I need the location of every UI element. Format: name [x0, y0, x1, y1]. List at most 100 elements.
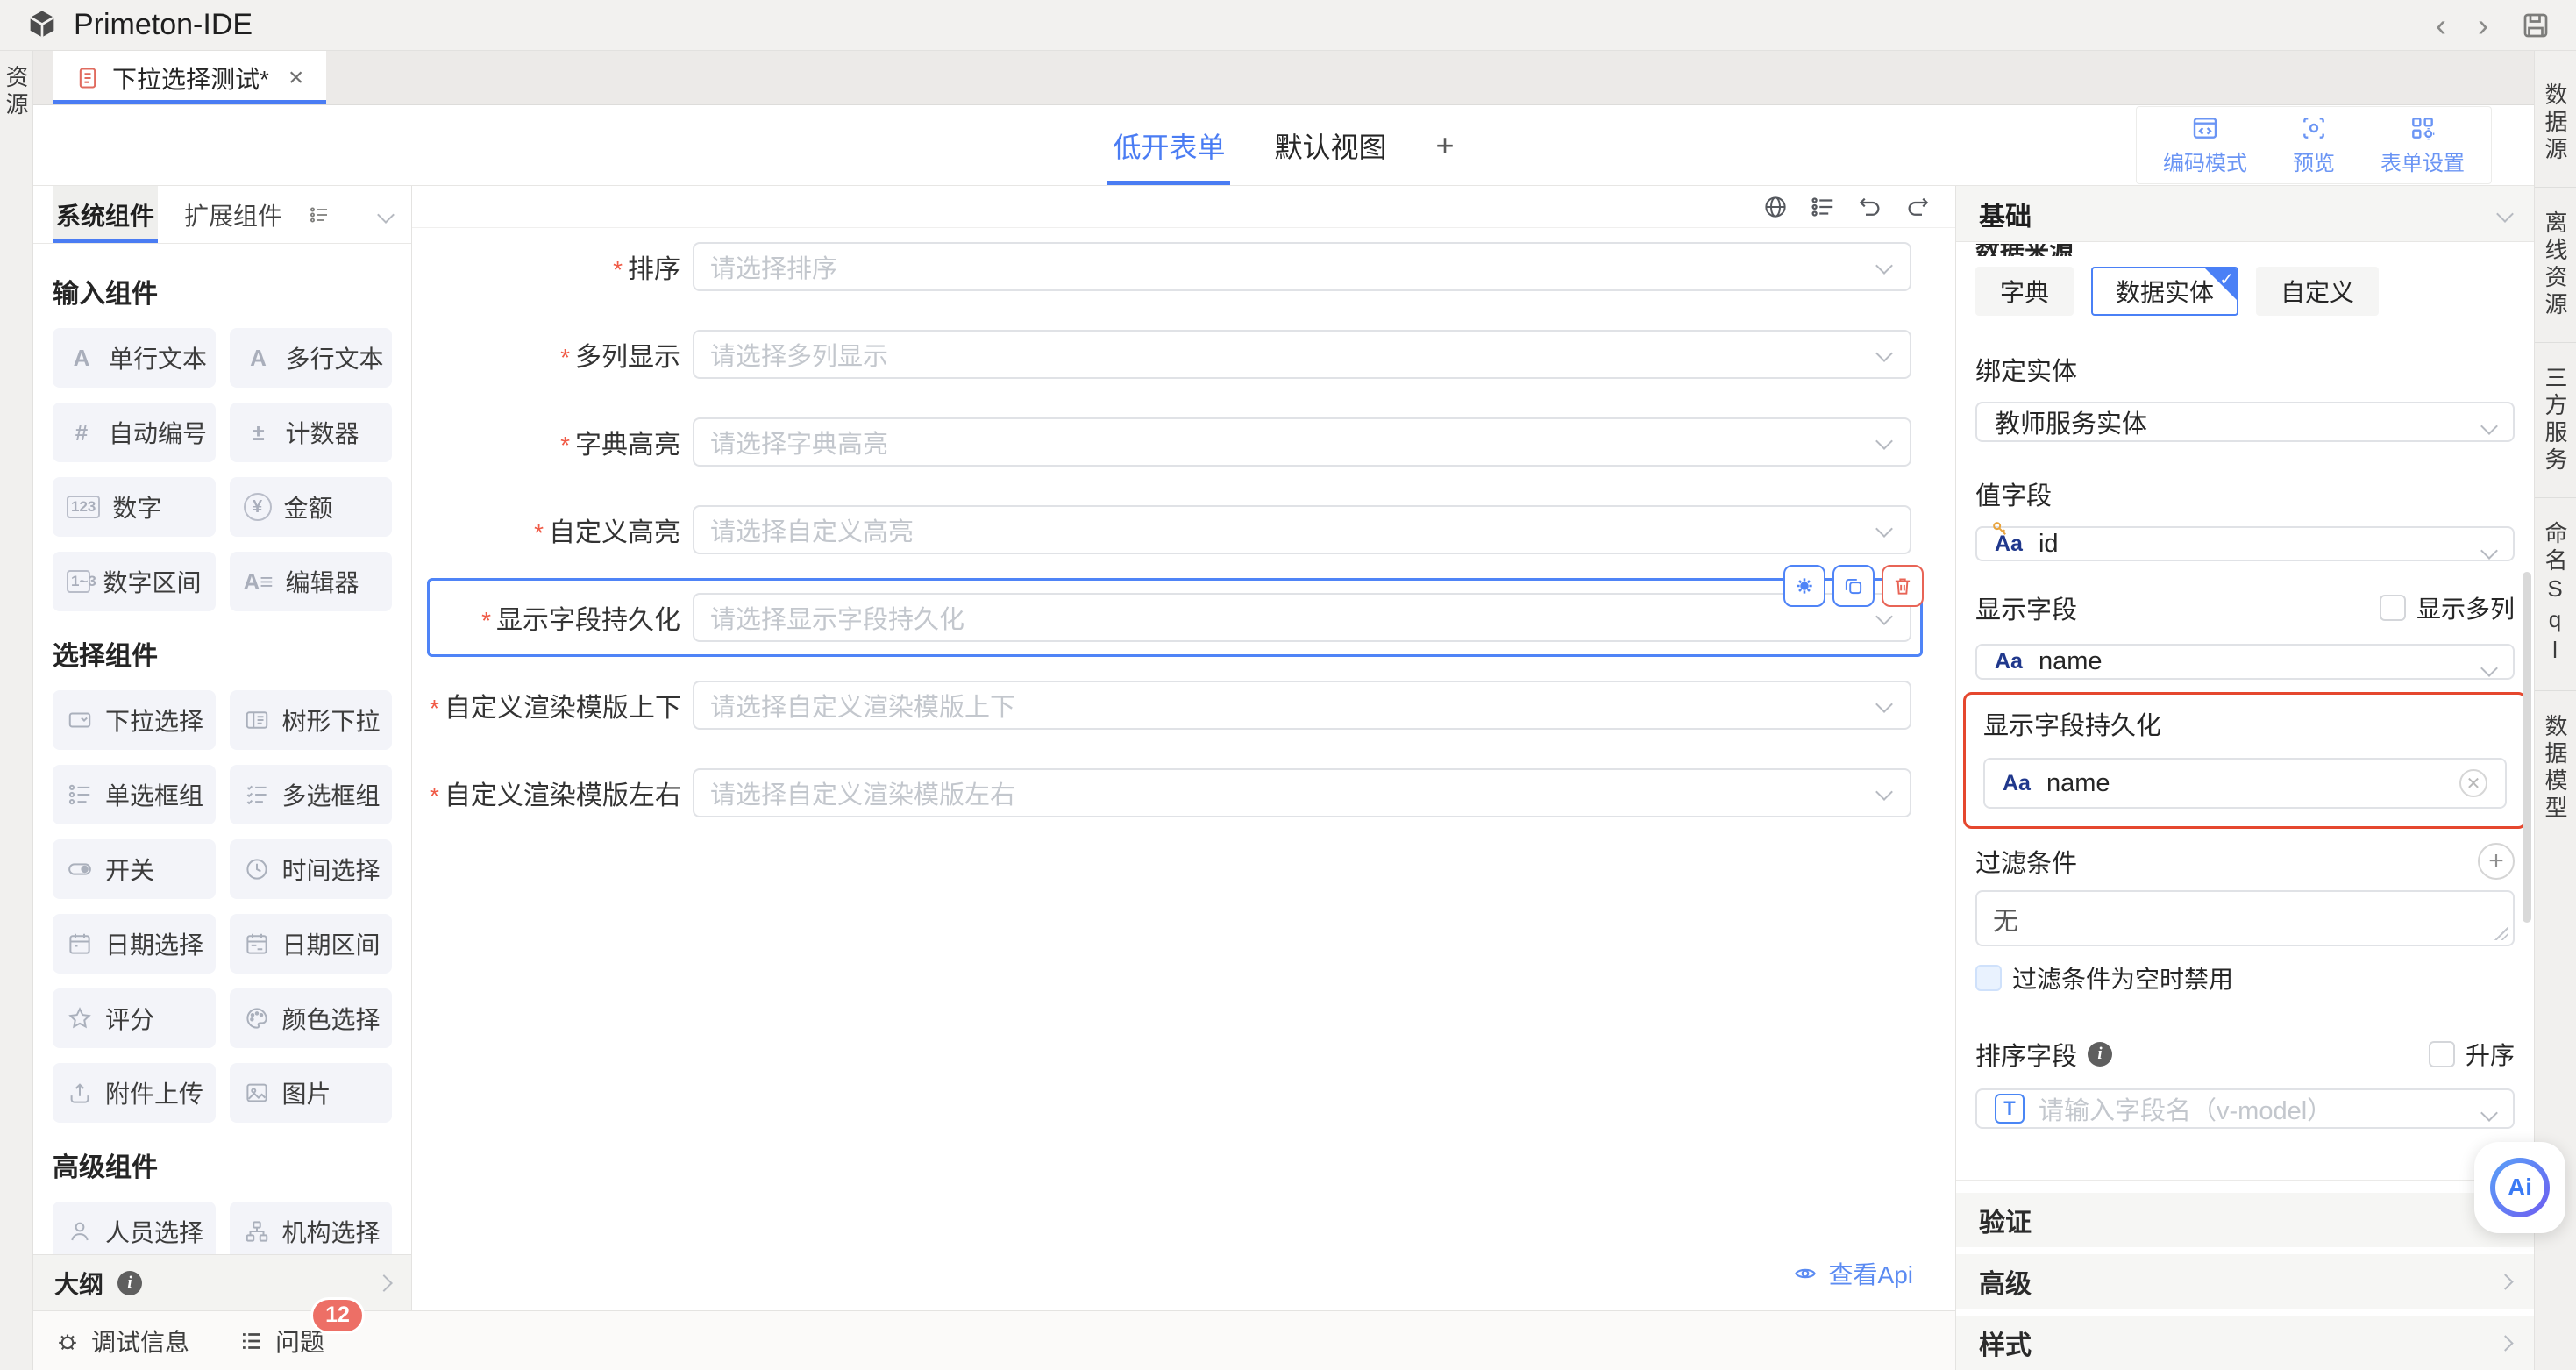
filter-row: 过滤条件 + [1975, 843, 2515, 880]
sort-field-input[interactable]: T 请输入字段名（v-model） [1975, 1088, 2515, 1129]
save-icon[interactable] [2520, 10, 2551, 41]
field-delete-button[interactable] [1882, 565, 1924, 607]
form-field-render-template-horizontal[interactable]: *自定义渲染模版左右 请选择自定义渲染模版左右 [430, 768, 1920, 817]
component-card-tree-select[interactable]: 树形下拉 [230, 690, 393, 750]
component-card-org-select[interactable]: 机构选择 [230, 1202, 393, 1254]
inspector-header-basic[interactable]: 基础 [1956, 186, 2534, 242]
form-field-render-template-vertical[interactable]: *自定义渲染模版上下 请选择自定义渲染模版上下 [430, 681, 1920, 730]
code-mode-button[interactable]: 编码模式 [2163, 114, 2247, 176]
rail-item-named-sql[interactable]: 命名Sql [2535, 498, 2576, 691]
multi-column-select[interactable]: 请选择多列显示 [693, 330, 1911, 379]
tab-low-code-form[interactable]: 低开表单 [1113, 105, 1225, 185]
custom-highlight-select[interactable]: 请选择自定义高亮 [693, 505, 1911, 554]
field-copy-button[interactable] [1832, 565, 1875, 607]
sort-field-row: 排序字段 i 升序 [1975, 1036, 2515, 1073]
component-card-editor[interactable]: A≡编辑器 [230, 552, 393, 611]
component-card-rating[interactable]: 评分 [53, 988, 216, 1048]
display-field-label: 显示字段 [1975, 589, 2077, 626]
component-list-view-icon[interactable] [309, 204, 330, 225]
component-card-currency[interactable]: ¥金额 [230, 477, 393, 537]
filter-disable-checkbox[interactable] [1975, 965, 2002, 991]
component-card-file-upload[interactable]: 附件上传 [53, 1063, 216, 1123]
chevron-down-icon [2480, 417, 2498, 435]
collapse-panel-chevron-icon[interactable] [377, 206, 395, 224]
i18n-globe-icon[interactable] [1762, 194, 1789, 220]
option-custom[interactable]: 自定义 [2256, 267, 2379, 316]
undo-icon[interactable] [1857, 194, 1883, 220]
form-field-display-persist-selected[interactable]: *显示字段持久化 请选择显示字段持久化 [430, 581, 1920, 654]
field-action-buttons [1783, 565, 1924, 607]
add-filter-button[interactable]: + [2478, 843, 2515, 880]
component-card-number[interactable]: 123数字 [53, 477, 216, 537]
field-settings-button[interactable] [1783, 565, 1825, 607]
redo-icon[interactable] [1904, 194, 1931, 220]
component-card-counter[interactable]: ±计数器 [230, 403, 393, 462]
expand-outline-chevron-icon[interactable] [375, 1274, 393, 1292]
nav-back-icon[interactable]: ‹ [2436, 10, 2446, 41]
rail-item-data-model[interactable]: 数据模型 [2535, 691, 2576, 846]
editor-icon: A≡ [244, 568, 274, 596]
filter-textarea[interactable]: 无 [1975, 890, 2515, 946]
nav-forward-icon[interactable]: › [2478, 10, 2488, 41]
close-tab-icon[interactable]: × [288, 63, 304, 93]
inspector-scrollbar[interactable] [2523, 572, 2531, 923]
tab-default-view[interactable]: 默认视图 [1274, 105, 1386, 185]
component-card-switch[interactable]: 开关 [53, 839, 216, 899]
display-persist-input[interactable]: Aa name ✕ [1983, 758, 2507, 809]
component-card-date-range[interactable]: 日期区间 [230, 914, 393, 974]
document-tab[interactable]: 下拉选择测试* × [53, 51, 326, 104]
component-card-image[interactable]: 图片 [230, 1063, 393, 1123]
tab-system-components[interactable]: 系统组件 [53, 186, 158, 243]
field-config-icon[interactable] [1810, 194, 1836, 220]
form-field-sort[interactable]: *排序 请选择排序 [430, 242, 1920, 291]
render-template-horizontal-select[interactable]: 请选择自定义渲染模版左右 [693, 768, 1911, 817]
rail-item-datasource[interactable]: 数据源 [2535, 60, 2576, 188]
section-style[interactable]: 样式 [1956, 1316, 2534, 1370]
component-card-number-range[interactable]: 1~3数字区间 [53, 552, 216, 611]
render-template-vertical-select[interactable]: 请选择自定义渲染模版上下 [693, 681, 1911, 730]
resize-handle-icon[interactable] [2494, 926, 2508, 940]
component-card-person-select[interactable]: 人员选择 [53, 1202, 216, 1254]
ai-assistant-button[interactable]: Ai [2474, 1142, 2565, 1233]
ascending-checkbox[interactable] [2429, 1041, 2455, 1067]
checkbox-group-icon [244, 781, 270, 808]
debug-info-button[interactable]: 调试信息 [54, 1324, 189, 1359]
component-card-date-picker[interactable]: 日期选择 [53, 914, 216, 974]
bind-entity-select[interactable]: 教师服务实体 [1975, 402, 2515, 442]
component-card-radio-group[interactable]: 单选框组 [53, 765, 216, 824]
display-multi-checkbox[interactable] [2380, 595, 2406, 621]
form-field-custom-highlight[interactable]: *自定义高亮 请选择自定义高亮 [430, 505, 1920, 554]
component-card-dropdown-select[interactable]: 下拉选择 [53, 690, 216, 750]
chevron-down-icon [1875, 345, 1893, 362]
rail-item-offline-resources[interactable]: 离线资源 [2535, 188, 2576, 343]
sort-select[interactable]: 请选择排序 [693, 242, 1911, 291]
component-card-time-picker[interactable]: 时间选择 [230, 839, 393, 899]
component-card-color-picker[interactable]: 颜色选择 [230, 988, 393, 1048]
section-validation[interactable]: 验证 [1956, 1193, 2534, 1247]
rail-item-third-party-services[interactable]: 三方服务 [2535, 343, 2576, 498]
form-settings-button[interactable]: 表单设置 [2380, 114, 2465, 176]
resources-rail[interactable]: 资源 [0, 51, 33, 1370]
form-field-dict-highlight[interactable]: *字典高亮 请选择字典高亮 [430, 417, 1920, 467]
view-api-link[interactable]: 查看Api [1792, 1256, 1913, 1291]
option-dictionary[interactable]: 字典 [1975, 267, 2074, 316]
value-field-select[interactable]: Aa id [1975, 526, 2515, 562]
preview-button[interactable]: 预览 [2293, 114, 2335, 176]
display-persist-select[interactable]: 请选择显示字段持久化 [693, 593, 1911, 642]
collapse-basic-chevron-icon[interactable] [2496, 205, 2514, 223]
component-card-checkbox-group[interactable]: 多选框组 [230, 765, 393, 824]
component-card-single-line-text[interactable]: A单行文本 [53, 328, 216, 388]
problems-button[interactable]: 问题 12 [238, 1324, 324, 1359]
clear-value-icon[interactable]: ✕ [2459, 769, 2487, 797]
display-field-select[interactable]: Aa name [1975, 644, 2515, 680]
document-tabstrip: 下拉选择测试* × [33, 51, 2534, 105]
section-advanced[interactable]: 高级 [1956, 1254, 2534, 1309]
dict-highlight-select[interactable]: 请选择字典高亮 [693, 417, 1911, 467]
component-card-auto-number[interactable]: #自动编号 [53, 403, 216, 462]
form-field-multi-column[interactable]: *多列显示 请选择多列显示 [430, 330, 1920, 379]
preview-eye-icon [2300, 114, 2328, 142]
tab-extension-components[interactable]: 扩展组件 [181, 186, 286, 243]
option-data-entity-selected[interactable]: 数据实体✓ [2091, 267, 2238, 316]
add-view-button[interactable]: + [1436, 127, 1455, 164]
component-card-multi-line-text[interactable]: A多行文本 [230, 328, 393, 388]
